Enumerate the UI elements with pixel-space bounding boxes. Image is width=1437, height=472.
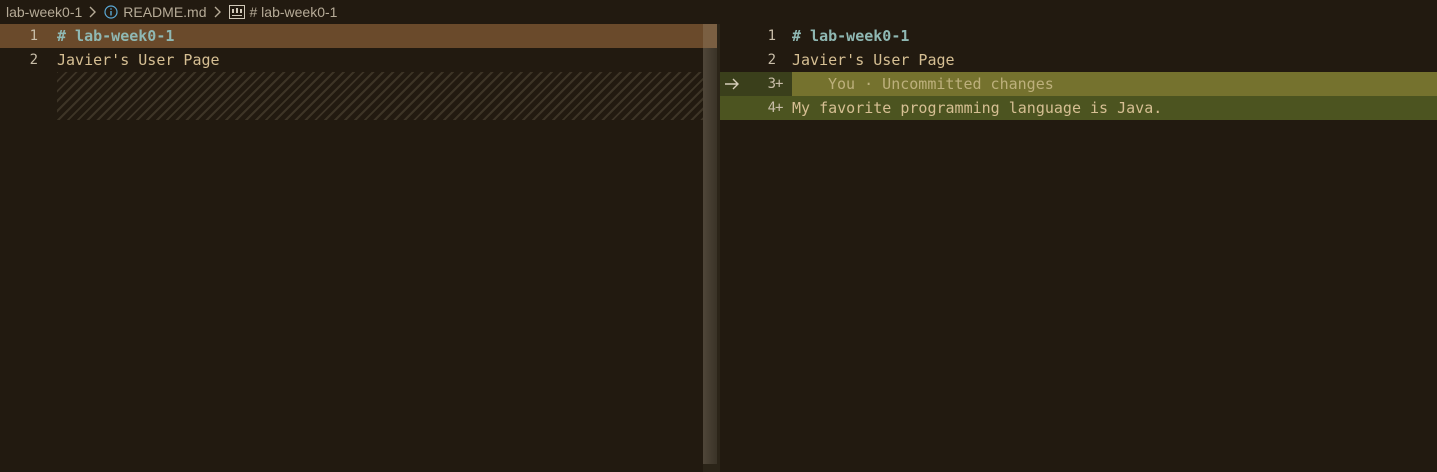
- line-number: 1: [767, 28, 776, 44]
- line-number: 2: [767, 52, 776, 68]
- line-number: 3: [767, 76, 776, 92]
- line-number: 2: [29, 52, 38, 68]
- line-text: Javier's User Page: [792, 51, 955, 69]
- overview-ruler-marker: [703, 24, 717, 48]
- breadcrumb-folder-label: lab-week0-1: [6, 4, 83, 20]
- editor-line[interactable]: 3 + You · Uncommitted changes: [720, 72, 1437, 96]
- arrow-right-icon[interactable]: [724, 76, 740, 92]
- editor-line[interactable]: 4 + My favorite programming language is …: [720, 96, 1437, 120]
- scrollbar-thumb[interactable]: [703, 24, 717, 464]
- blame-annotation: You · Uncommitted changes: [828, 75, 1054, 93]
- line-text: My favorite programming language is Java…: [792, 99, 1163, 117]
- breadcrumb-file[interactable]: README.md: [104, 4, 207, 20]
- editor-line[interactable]: 1 # lab-week0-1: [720, 24, 1437, 48]
- breadcrumb: lab-week0-1 README.md # lab-week0-1: [0, 0, 1437, 24]
- line-text: # lab-week0-1: [57, 27, 175, 45]
- info-icon: [104, 5, 118, 19]
- breadcrumb-symbol-label: # lab-week0-1: [249, 4, 338, 20]
- breadcrumb-folder[interactable]: lab-week0-1: [6, 4, 82, 20]
- editor-line[interactable]: 1 # lab-week0-1: [0, 24, 703, 48]
- original-editor[interactable]: 1 # lab-week0-1 2 Javier's User Page: [0, 24, 703, 472]
- line-number: 4: [767, 100, 776, 116]
- modified-editor[interactable]: 1 # lab-week0-1 2 Javier's User Page 3 +…: [720, 24, 1437, 472]
- added-marker: +: [775, 76, 784, 92]
- breadcrumb-symbol[interactable]: # lab-week0-1: [228, 4, 338, 20]
- editor-line[interactable]: 2 Javier's User Page: [0, 48, 703, 72]
- breadcrumb-file-label: README.md: [123, 4, 207, 20]
- diff-placeholder-hatch: [57, 72, 703, 120]
- abc-string-icon: [228, 5, 245, 19]
- line-text: # lab-week0-1: [792, 27, 910, 45]
- chevron-right-icon: [213, 6, 223, 18]
- chevron-right-icon: [88, 6, 98, 18]
- line-text: Javier's User Page: [57, 51, 220, 69]
- added-marker: +: [775, 100, 784, 116]
- editor-line[interactable]: 2 Javier's User Page: [720, 48, 1437, 72]
- line-number: 1: [29, 28, 38, 44]
